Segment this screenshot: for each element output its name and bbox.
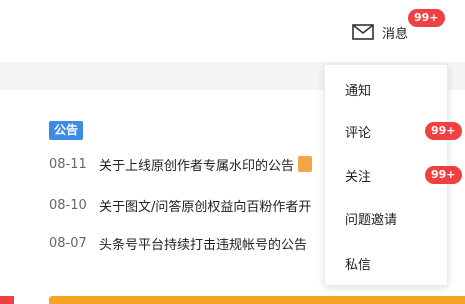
menu-item-label: 评论	[345, 125, 372, 141]
left-edge-strip	[0, 296, 14, 304]
mail-icon	[352, 24, 374, 40]
notice-title: 关于上线原创作者专属水印的公告	[99, 158, 295, 174]
notice-item[interactable]: 08-11 关于上线原创作者专属水印的公告	[49, 153, 313, 175]
notice-date: 08-10	[49, 197, 87, 213]
notice-item[interactable]: 08-10 关于图文/问答原创权益向百粉作者开	[49, 194, 311, 216]
messages-label: 消息	[382, 26, 409, 42]
notice-date: 08-07	[49, 235, 87, 251]
page: 消息 99+ 公告 08-11 关于上线原创作者专属水印的公告 08-10 关于…	[0, 0, 465, 304]
messages-button[interactable]: 消息	[352, 19, 408, 45]
top-bar: 消息 99+	[0, 0, 465, 62]
notice-title: 关于图文/问答原创权益向百粉作者开	[99, 199, 312, 215]
menu-item-follows[interactable]: 关注 99+	[345, 163, 462, 187]
menu-item-label: 私信	[345, 257, 372, 273]
notice-item[interactable]: 08-07 头条号平台持续打击违规帐号的公告	[49, 232, 307, 254]
comments-count-badge: 99+	[425, 122, 462, 140]
menu-item-private-messages[interactable]: 私信	[345, 251, 441, 275]
bottom-banner-edge	[49, 296, 465, 304]
menu-item-label: 通知	[345, 83, 372, 99]
messages-count-badge: 99+	[408, 9, 445, 27]
notice-date: 08-11	[49, 156, 87, 172]
menu-item-comments[interactable]: 评论 99+	[345, 119, 462, 143]
follows-count-badge: 99+	[425, 166, 462, 184]
menu-item-label: 关注	[345, 169, 372, 185]
notice-title: 头条号平台持续打击违规帐号的公告	[99, 237, 308, 253]
menu-item-label: 问题邀请	[345, 212, 398, 228]
menu-item-question-invites[interactable]: 问题邀请	[345, 206, 441, 230]
messages-dropdown: 通知 评论 99+ 关注 99+ 问题邀请 私信	[324, 64, 462, 286]
new-tag-icon	[298, 156, 313, 172]
menu-item-notifications[interactable]: 通知	[345, 77, 441, 101]
notice-tag: 公告	[49, 121, 84, 140]
